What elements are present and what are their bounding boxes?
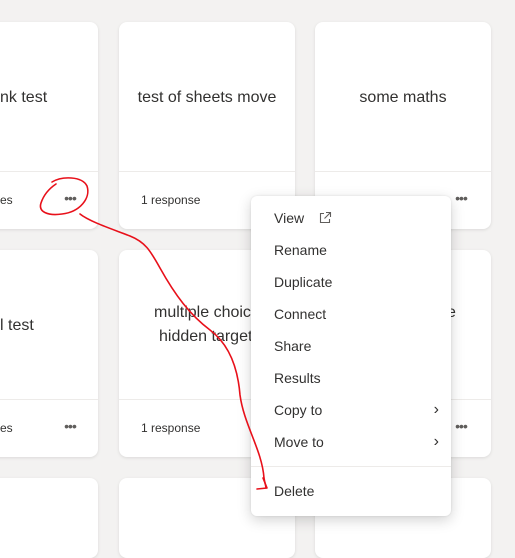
form-card[interactable]: l test es •••: [0, 250, 98, 457]
menu-item-label: View: [274, 210, 305, 226]
context-menu: View Rename Duplicate Connect Share Resu…: [251, 196, 451, 516]
menu-item-label: Copy to: [274, 402, 323, 418]
menu-item-view[interactable]: View: [251, 202, 451, 234]
response-count: es: [0, 421, 13, 435]
menu-item-rename[interactable]: Rename: [251, 234, 451, 266]
menu-item-label: Delete: [274, 483, 315, 499]
form-card[interactable]: nk test es •••: [0, 22, 98, 229]
more-options-icon[interactable]: •••: [58, 188, 82, 212]
menu-item-connect[interactable]: Connect: [251, 298, 451, 330]
form-card[interactable]: [0, 478, 98, 558]
card-title: l test: [0, 317, 34, 334]
menu-item-label: Connect: [274, 306, 327, 322]
card-title: test of sheets move: [137, 89, 277, 106]
menu-item-label: Share: [274, 338, 312, 354]
menu-item-label: Rename: [274, 242, 327, 258]
more-options-icon[interactable]: •••: [449, 416, 473, 440]
menu-item-copy-to[interactable]: Copy to ›: [251, 394, 451, 426]
menu-item-share[interactable]: Share: [251, 330, 451, 362]
external-link-icon: [319, 211, 332, 224]
card-footer: es •••: [0, 171, 98, 229]
card-title: some maths: [359, 89, 447, 106]
menu-divider: [251, 466, 451, 467]
response-count: 1 response: [141, 193, 201, 207]
menu-item-label: Results: [274, 370, 321, 386]
chevron-right-icon: ›: [433, 401, 439, 418]
menu-item-label: Move to: [274, 434, 324, 450]
response-count: 1 response: [141, 421, 201, 435]
more-options-icon[interactable]: •••: [58, 416, 82, 440]
menu-item-results[interactable]: Results: [251, 362, 451, 394]
menu-item-label: Duplicate: [274, 274, 333, 290]
menu-item-duplicate[interactable]: Duplicate: [251, 266, 451, 298]
chevron-right-icon: ›: [433, 433, 439, 450]
card-footer: es •••: [0, 399, 98, 457]
more-options-icon[interactable]: •••: [449, 188, 473, 212]
card-title: e: [447, 304, 456, 321]
menu-item-delete[interactable]: Delete: [251, 475, 451, 507]
card-title: nk test: [0, 89, 48, 106]
response-count: es: [0, 193, 13, 207]
menu-item-move-to[interactable]: Move to ›: [251, 426, 451, 458]
